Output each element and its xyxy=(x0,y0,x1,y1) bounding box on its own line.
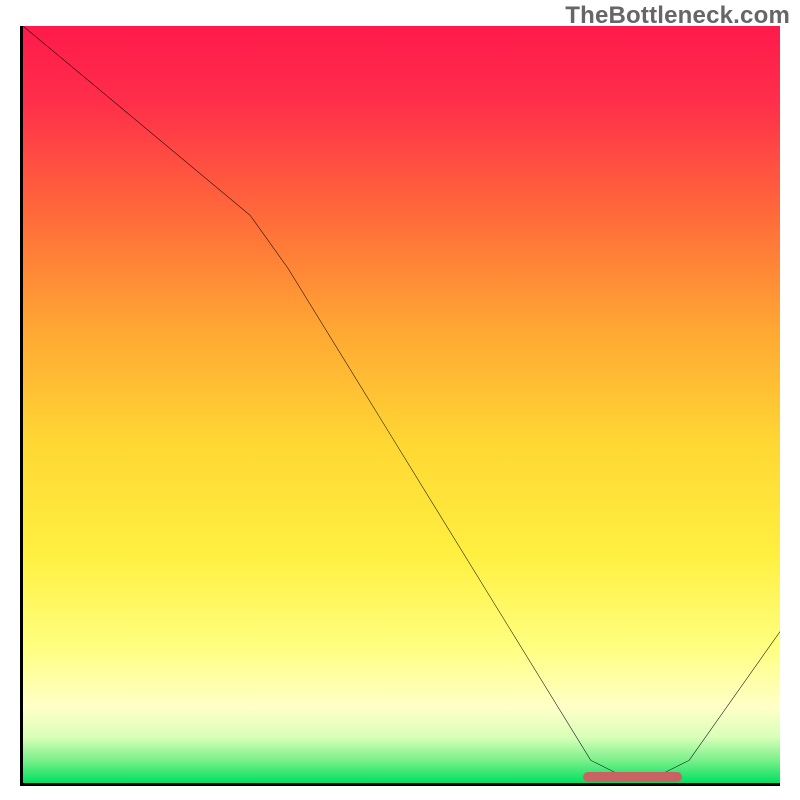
optimal-range-marker xyxy=(583,772,681,782)
chart-page: TheBottleneck.com xyxy=(0,0,800,800)
curve-path xyxy=(23,26,780,775)
plot-area xyxy=(20,26,780,786)
bottleneck-curve xyxy=(23,26,780,783)
